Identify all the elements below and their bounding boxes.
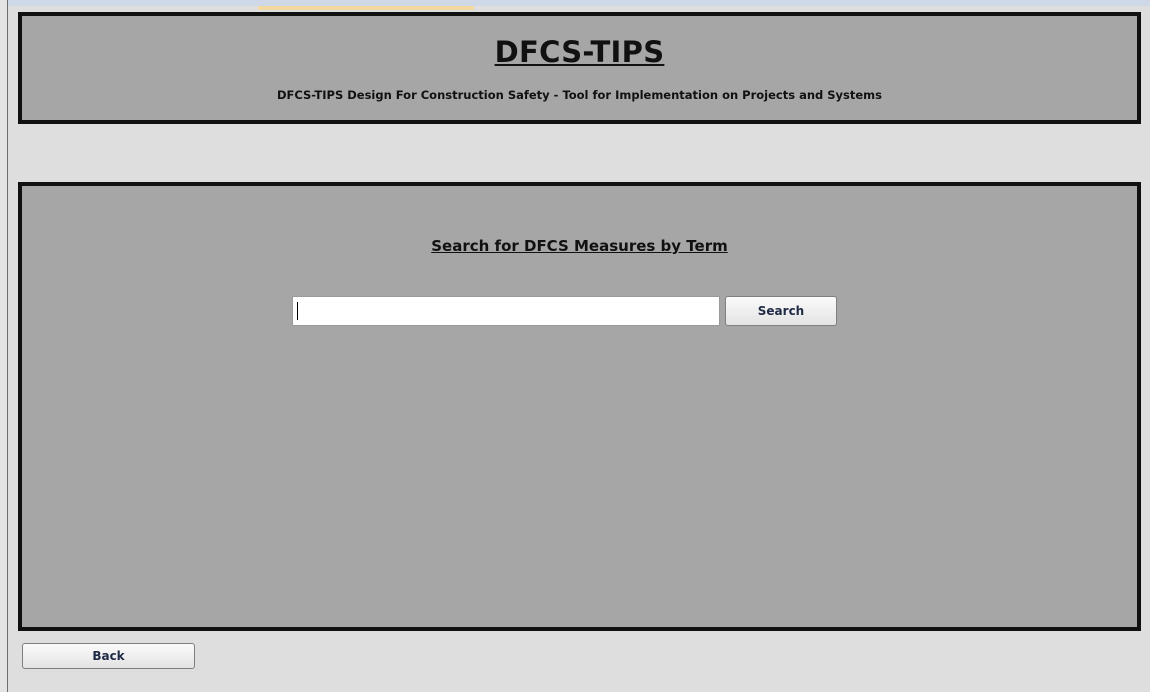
window-left-border xyxy=(0,0,8,692)
header-panel: DFCS-TIPS DFCS-TIPS Design For Construct… xyxy=(18,12,1141,124)
search-heading: Search for DFCS Measures by Term xyxy=(431,237,728,255)
app-title: DFCS-TIPS xyxy=(494,35,665,69)
search-button[interactable]: Search xyxy=(725,296,837,326)
window-top-strip xyxy=(0,0,1150,6)
app-subtitle: DFCS-TIPS Design For Construction Safety… xyxy=(276,88,883,102)
text-cursor xyxy=(297,302,298,320)
back-button[interactable]: Back xyxy=(22,643,195,669)
search-input[interactable] xyxy=(292,296,720,326)
active-tab-indicator xyxy=(258,6,474,10)
search-panel: Search for DFCS Measures by Term Search xyxy=(18,182,1141,631)
